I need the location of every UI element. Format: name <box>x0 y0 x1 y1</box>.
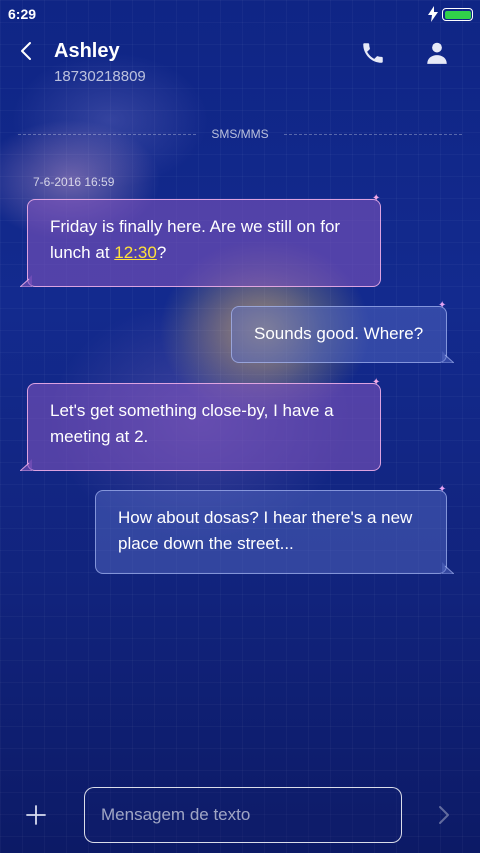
person-icon[interactable] <box>424 40 450 66</box>
sparkle-icon: ✦ <box>438 300 447 311</box>
message-timestamp: 7-6-2016 16:59 <box>33 175 115 189</box>
outgoing-message-bubble[interactable]: ✦ Sounds good. Where? <box>231 300 454 363</box>
bubble-tail <box>20 459 32 471</box>
chevron-left-icon[interactable] <box>16 40 38 62</box>
message-text: How about dosas? I hear there's a new pl… <box>118 508 413 553</box>
conversation-header: Ashley 18730218809 <box>0 28 480 100</box>
bubble-tail <box>442 351 454 363</box>
plus-icon[interactable] <box>24 803 48 827</box>
sparkle-icon: ✦ <box>372 377 381 388</box>
chevron-right-icon[interactable] <box>434 803 454 827</box>
contact-name: Ashley <box>54 40 120 62</box>
divider-line <box>284 134 462 135</box>
phone-icon[interactable] <box>360 40 386 66</box>
bubble-tail <box>442 562 454 574</box>
bubble-tail <box>20 275 32 287</box>
status-time: 6:29 <box>8 6 37 22</box>
message-input[interactable] <box>84 787 402 843</box>
message-text: Friday is finally here. Are we still on … <box>50 217 341 262</box>
message-text: ? <box>156 243 167 262</box>
status-bar: 6:29 <box>0 0 480 28</box>
battery-fill <box>444 10 471 19</box>
charging-bolt-icon <box>428 6 438 22</box>
incoming-message-bubble[interactable]: ✦ Friday is finally here. Are we still o… <box>20 193 381 287</box>
incoming-message-bubble[interactable]: ✦ Let's get something close-by, I have a… <box>20 377 381 471</box>
outgoing-message-bubble[interactable]: ✦ How about dosas? I hear there's a new … <box>95 484 454 574</box>
contact-number: 18730218809 <box>54 68 146 85</box>
time-link[interactable]: 12:30 <box>114 243 157 262</box>
sparkle-icon: ✦ <box>372 193 381 204</box>
battery-icon <box>442 8 473 21</box>
channel-divider: SMS/MMS <box>18 126 462 144</box>
sparkle-icon: ✦ <box>438 484 447 495</box>
message-text: Let's get something close-by, I have a m… <box>50 401 334 446</box>
message-text: Sounds good. Where? <box>254 324 424 343</box>
